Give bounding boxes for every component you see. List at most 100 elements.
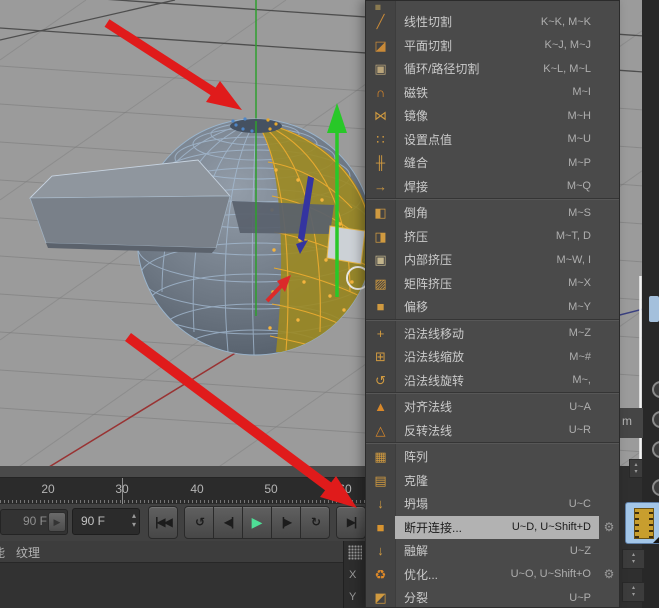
previous-frame-icon: ◀| bbox=[224, 515, 233, 529]
menu-item-linear-cut[interactable]: ╱ 线性切割 K~K, M~K bbox=[366, 10, 619, 34]
menu-item-optimize[interactable]: ♻优化...U~O, U~Shift+O⚙ bbox=[366, 563, 619, 587]
goto-end-button[interactable]: ▶| bbox=[336, 506, 366, 539]
menu-item-plane-cut[interactable]: ◪平面切割K~J, M~J bbox=[366, 34, 619, 58]
menu-item-label: 内部挤压 bbox=[404, 251, 452, 268]
next-frame-icon: |▶ bbox=[282, 515, 291, 529]
menu-item-melt[interactable]: ↓融解U~Z bbox=[366, 539, 619, 563]
menu-item-label: 分裂 bbox=[404, 589, 428, 606]
menu-item-shortcut: U~P bbox=[569, 592, 591, 604]
menu-item-extrude[interactable]: ◨挤压M~T, D bbox=[366, 225, 619, 249]
y-axis-arrowhead[interactable] bbox=[327, 103, 347, 133]
previous-frame-button[interactable]: ◀| bbox=[213, 506, 243, 539]
menu-item-label: 优化... bbox=[404, 566, 438, 583]
menu-item-shortcut: U~R bbox=[569, 424, 591, 436]
loop-icon: ↻ bbox=[311, 515, 319, 529]
ruler-tick-label: 40 bbox=[190, 482, 203, 496]
menu-item-stitch-and-sew[interactable]: ╫缝合M~P bbox=[366, 151, 619, 175]
clipped-top-icon: ▚ bbox=[366, 1, 395, 10]
menu-item-mirror[interactable]: ⋈镜像M~H bbox=[366, 104, 619, 128]
extrude-icon: ◨ bbox=[366, 225, 395, 249]
menu-item-bevel[interactable]: ◧倒角M~S bbox=[366, 201, 619, 225]
set-point-value-icon: ∷ bbox=[366, 128, 395, 152]
texture-tab[interactable]: 纹理 bbox=[16, 544, 40, 561]
menu-item-shortcut: M~, bbox=[572, 374, 591, 386]
timeline-range-slider[interactable]: 90 F ▶ bbox=[0, 509, 68, 535]
y-axis-label: Y bbox=[349, 591, 356, 603]
value-spinner[interactable]: ▴▾ bbox=[622, 582, 645, 602]
menu-item-shortcut: M~W, I bbox=[556, 254, 591, 266]
menu-item-magnet[interactable]: ∩磁铁M~I bbox=[366, 81, 619, 105]
menu-item-extrude-inner[interactable]: ▣内部挤压M~W, I bbox=[366, 248, 619, 272]
menu-item-label: 缝合 bbox=[404, 154, 428, 171]
grid-dots-icon bbox=[348, 545, 362, 560]
menu-item-loop-path-cut[interactable]: ▣循环/路径切割K~L, M~L bbox=[366, 57, 619, 81]
menu-item-set-point-value[interactable]: ∷设置点值M~U bbox=[366, 128, 619, 152]
plane-cut-icon: ◪ bbox=[366, 34, 395, 58]
menu-item-split[interactable]: ◩分裂U~P bbox=[366, 586, 619, 608]
melt-icon: ↓ bbox=[366, 539, 395, 563]
frame-spinner-arrows[interactable]: ▴▾ bbox=[132, 511, 136, 529]
menu-item-align-normals[interactable]: ▲对齐法线U~A bbox=[366, 395, 619, 419]
goto-start-button[interactable]: |◀◀ bbox=[148, 506, 178, 539]
transport-group: ↺ ◀| ▶ |▶ ↻ bbox=[184, 506, 330, 539]
normal-scale-icon: ⊞ bbox=[366, 345, 395, 369]
filmstrip-icon bbox=[634, 508, 654, 539]
normal-move-icon: + bbox=[366, 322, 395, 346]
menu-item-shortcut: M~I bbox=[572, 86, 591, 98]
menu-item-shortcut: M~S bbox=[568, 207, 591, 219]
ruler-tick-label: 20 bbox=[41, 482, 54, 496]
partial-tab[interactable]: 能 bbox=[0, 544, 5, 561]
weld-icon: → bbox=[366, 175, 395, 199]
app-window: { "menu": { "items": [ {"name":"clipped-… bbox=[0, 0, 659, 608]
unit-fragment: m bbox=[620, 408, 643, 438]
field-fragment bbox=[649, 296, 659, 322]
play-forward-button[interactable]: ▶ bbox=[242, 506, 272, 539]
menu-item-clone[interactable]: ▤克隆 bbox=[366, 469, 619, 493]
menu-item-normal-scale[interactable]: ⊞沿法线缩放M~# bbox=[366, 345, 619, 369]
gear-icon[interactable]: ⚙ bbox=[599, 520, 619, 534]
value-spinner[interactable]: ▴▾ bbox=[622, 549, 645, 569]
slider-handle[interactable]: ▶ bbox=[48, 512, 66, 532]
optimize-icon: ♻ bbox=[366, 563, 395, 587]
menu-item-smooth-shift[interactable]: ■偏移M~Y bbox=[366, 295, 619, 319]
menu-item-label: 坍塌 bbox=[404, 495, 428, 512]
transport-controls: |◀◀↺ ◀| ▶ |▶ ↻ ▶| bbox=[148, 505, 366, 539]
frame-field[interactable]: 90 F ▴▾ bbox=[72, 508, 140, 535]
menu-item-label: 线性切割 bbox=[404, 13, 452, 30]
menu-item-disconnect[interactable]: ■断开连接...U~D, U~Shift+D⚙ bbox=[366, 516, 619, 540]
menu-item-array[interactable]: ▦阵列 bbox=[366, 445, 619, 469]
material-manager-area[interactable] bbox=[0, 563, 343, 608]
menu-item-reverse-normals[interactable]: △反转法线U~R bbox=[366, 419, 619, 443]
loop-path-cut-icon: ▣ bbox=[366, 57, 395, 81]
loop-button[interactable]: ↻ bbox=[300, 506, 330, 539]
menu-item-label: 反转法线 bbox=[404, 422, 452, 439]
normal-rotate-icon: ↺ bbox=[366, 369, 395, 393]
linear-cut-icon: ╱ bbox=[366, 10, 395, 34]
menu-item-collapse[interactable]: ↓坍塌U~C bbox=[366, 492, 619, 516]
ruler-tick-label: 50 bbox=[264, 482, 277, 496]
matrix-extrude-icon: ▨ bbox=[366, 272, 395, 296]
next-frame-button[interactable]: |▶ bbox=[271, 506, 301, 539]
array-icon: ▦ bbox=[366, 445, 395, 469]
menu-item-shortcut: M~H bbox=[567, 110, 591, 122]
menu-item-shortcut: M~# bbox=[569, 351, 591, 363]
menu-item-shortcut: K~K, M~K bbox=[541, 16, 591, 28]
gear-icon[interactable]: ⚙ bbox=[599, 567, 619, 581]
filmstrip-button[interactable] bbox=[625, 502, 659, 544]
menu-item-shortcut: M~Y bbox=[568, 301, 591, 313]
play-backwards-button[interactable]: ↺ bbox=[184, 506, 214, 539]
menu-item-label: 沿法线移动 bbox=[404, 325, 464, 342]
spout-pass-through bbox=[232, 201, 334, 234]
menu-item-shortcut: K~L, M~L bbox=[543, 63, 591, 75]
menu-item-normal-rotate[interactable]: ↺沿法线旋转M~, bbox=[366, 369, 619, 393]
menu-item-shortcut: U~Z bbox=[570, 545, 591, 557]
menu-item-matrix-extrude[interactable]: ▨矩阵挤压M~X bbox=[366, 272, 619, 296]
menu-item-normal-move[interactable]: +沿法线移动M~Z bbox=[366, 322, 619, 346]
menu-item-clipped-top: ▚ bbox=[366, 1, 619, 10]
range-end-value: 90 F bbox=[23, 514, 47, 528]
menu-item-shortcut: M~X bbox=[568, 277, 591, 289]
menu-item-weld[interactable]: →焊接M~Q bbox=[366, 175, 619, 199]
menu-item-label: 平面切割 bbox=[404, 37, 452, 54]
value-spinner[interactable]: ▴▾ bbox=[629, 459, 643, 478]
teapot-spout[interactable] bbox=[30, 160, 230, 253]
